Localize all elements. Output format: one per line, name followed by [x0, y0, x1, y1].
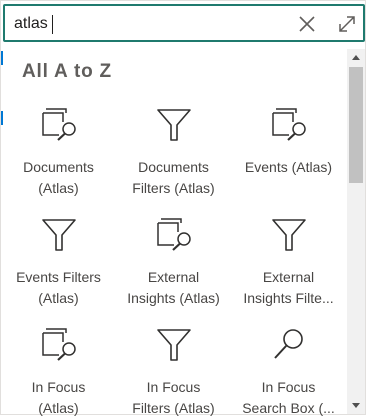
- tile-in-focus-search-box[interactable]: In Focus Search Box (...: [231, 319, 346, 416]
- tile-label-line2: Insights Filte...: [243, 290, 334, 306]
- expand-button[interactable]: [335, 12, 359, 36]
- documents-search-icon: [156, 218, 191, 251]
- search-magnifier-icon: [273, 329, 303, 359]
- visual-picker-panel: All A to Z Documents (Atlas) Documents Fil…: [0, 0, 366, 416]
- vertical-scrollbar[interactable]: [347, 49, 365, 414]
- filter-funnel-icon: [156, 109, 191, 141]
- tile-label-line1: Events Filters: [16, 269, 101, 285]
- tile-documents-atlas[interactable]: Documents (Atlas): [1, 99, 116, 209]
- tile-label-line2: (Atlas): [38, 290, 79, 306]
- tile-events-filters-atlas[interactable]: Events Filters (Atlas): [1, 209, 116, 319]
- tile-label-line2: (Atlas): [38, 180, 79, 196]
- close-icon: [299, 16, 315, 32]
- tile-label-line1: External: [147, 269, 200, 285]
- tile-in-focus-atlas[interactable]: In Focus (Atlas): [1, 319, 116, 416]
- arrow-up-icon: [352, 55, 360, 60]
- tile-in-focus-filters-atlas[interactable]: In Focus Filters (Atlas): [116, 319, 231, 416]
- tile-label-line1: In Focus: [31, 379, 86, 395]
- tile-events-atlas[interactable]: Events (Atlas): [231, 99, 346, 209]
- tile-label-line1: In Focus: [146, 379, 201, 395]
- scroll-thumb[interactable]: [349, 67, 363, 183]
- tile-external-insights-atlas[interactable]: External Insights (Atlas): [116, 209, 231, 319]
- tile-label-line2: Insights (Atlas): [127, 290, 220, 306]
- background-accent-marker: [1, 111, 3, 125]
- tile-label-line1: In Focus: [261, 379, 316, 395]
- search-bar: [3, 4, 365, 42]
- tile-label-line2: Filters (Atlas): [132, 400, 215, 416]
- visual-grid: Documents (Atlas) Documents Filters (Atlas…: [1, 99, 346, 416]
- tile-external-insights-filters-atlas[interactable]: External Insights Filte...: [231, 209, 346, 319]
- filter-funnel-icon: [156, 329, 191, 361]
- scroll-up-button[interactable]: [347, 49, 365, 65]
- filter-funnel-icon: [271, 219, 306, 251]
- filter-funnel-icon: [41, 219, 76, 251]
- tile-documents-filters-atlas[interactable]: Documents Filters (Atlas): [116, 99, 231, 209]
- documents-search-icon: [271, 108, 306, 141]
- tile-label-line2: (Atlas): [38, 400, 79, 416]
- tile-label-line2: Filters (Atlas): [132, 180, 215, 196]
- section-heading: All A to Z: [22, 61, 112, 82]
- expand-diagonal-icon: [339, 16, 355, 32]
- tile-label-line1: Events (Atlas): [244, 159, 333, 175]
- text-caret: [52, 15, 53, 34]
- arrow-down-icon: [352, 403, 360, 408]
- documents-search-icon: [41, 328, 76, 361]
- tile-label-line1: Documents: [23, 159, 94, 175]
- tile-label-line2: Search Box (...: [242, 400, 335, 416]
- background-accent-marker: [1, 51, 3, 65]
- search-input[interactable]: [14, 14, 284, 34]
- documents-search-icon: [41, 108, 76, 141]
- tile-label-line1: External: [262, 269, 315, 285]
- scroll-down-button[interactable]: [347, 398, 365, 414]
- tile-label-line1: Documents: [138, 159, 209, 175]
- clear-search-button[interactable]: [295, 12, 319, 36]
